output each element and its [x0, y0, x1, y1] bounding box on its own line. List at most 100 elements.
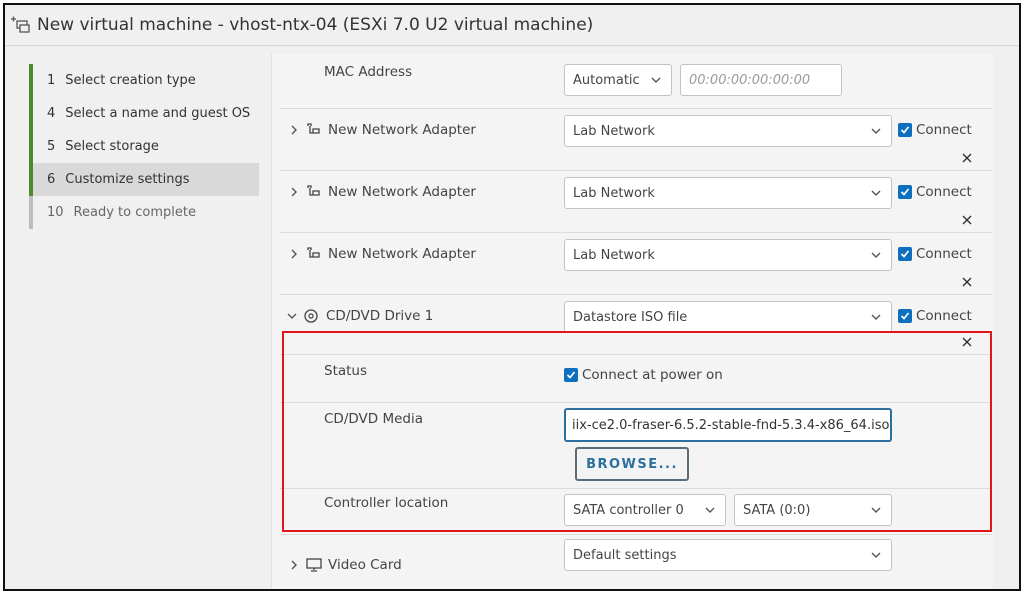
controller-select[interactable]: SATA controller 0	[564, 494, 726, 526]
connect-checkbox[interactable]: Connect	[898, 246, 972, 262]
step-number: 1	[47, 73, 56, 88]
connect-label: Connect	[916, 184, 972, 200]
chevron-right-icon	[291, 560, 297, 570]
connect-label: Connect	[916, 122, 972, 138]
video-card-row: Video Card Default settings	[280, 535, 992, 589]
mac-address-label: MAC Address	[324, 64, 413, 80]
video-card-label: Video Card	[328, 557, 402, 573]
connect-checkbox[interactable]: Connect	[898, 184, 972, 200]
connect-label: Connect	[916, 246, 972, 262]
step-number: 6	[47, 172, 56, 187]
chevron-down-icon	[651, 77, 661, 83]
network-select-value: Lab Network	[573, 247, 655, 263]
controller-location-row: Controller location SATA controller 0 SA…	[280, 489, 992, 535]
network-adapter-toggle[interactable]: New Network Adapter	[288, 184, 476, 200]
connect-label: Connect	[916, 308, 972, 324]
network-adapter-row: New Network Adapter Lab Network Connect	[280, 109, 992, 171]
wizard-steps: 1 Select creation type 4 Select a name a…	[29, 64, 259, 229]
checkbox-checked-icon	[898, 185, 912, 199]
cd-dvd-type-value: Datastore ISO file	[573, 309, 688, 325]
network-adapter-label: New Network Adapter	[328, 184, 476, 200]
iso-path-value: iix-ce2.0-fraser-6.5.2-stable-fnd-5.3.4-…	[572, 417, 890, 433]
chevron-down-icon	[287, 313, 297, 319]
video-card-toggle[interactable]: Video Card	[288, 557, 402, 573]
step-label: Customize settings	[65, 172, 190, 187]
step-select-name-guest-os[interactable]: 4 Select a name and guest OS	[29, 97, 259, 130]
step-number: 5	[47, 139, 56, 154]
chevron-down-icon	[705, 507, 715, 513]
mac-address-placeholder: 00:00:00:00:00:00	[689, 72, 811, 88]
network-adapter-label: New Network Adapter	[328, 246, 476, 262]
checkbox-checked-icon	[564, 368, 578, 382]
mac-mode-select[interactable]: Automatic	[564, 64, 672, 96]
checkbox-checked-icon	[898, 309, 912, 323]
network-adapter-row: New Network Adapter Lab Network Connect	[280, 233, 992, 295]
cd-dvd-drive-label: CD/DVD Drive 1	[326, 308, 434, 324]
controller-slot-select[interactable]: SATA (0:0)	[734, 494, 892, 526]
network-adapter-label: New Network Adapter	[328, 122, 476, 138]
dialog-body: 1 Select creation type 4 Select a name a…	[5, 45, 1019, 589]
step-customize-settings[interactable]: 6 Customize settings	[29, 163, 259, 196]
cd-dvd-drive-toggle[interactable]: CD/DVD Drive 1	[286, 308, 433, 324]
monitor-icon	[306, 558, 322, 572]
connect-at-power-on-checkbox[interactable]: Connect at power on	[564, 367, 723, 383]
chevron-right-icon	[291, 249, 297, 259]
mac-mode-value: Automatic	[573, 72, 640, 88]
title-bar: New virtual machine - vhost-ntx-04 (ESXi…	[5, 5, 1019, 45]
network-select[interactable]: Lab Network	[564, 239, 892, 271]
cd-media-row: CD/DVD Media iix-ce2.0-fraser-6.5.2-stab…	[280, 403, 992, 489]
close-icon[interactable]	[960, 213, 974, 227]
close-icon[interactable]	[960, 275, 974, 289]
checkbox-checked-icon	[898, 247, 912, 261]
network-select[interactable]: Lab Network	[564, 177, 892, 209]
cd-dvd-type-select[interactable]: Datastore ISO file	[564, 301, 892, 333]
step-select-storage[interactable]: 5 Select storage	[29, 130, 259, 163]
new-vm-icon	[11, 16, 30, 33]
connect-checkbox[interactable]: Connect	[898, 122, 972, 138]
network-select-value: Lab Network	[573, 185, 655, 201]
network-adapter-toggle[interactable]: New Network Adapter	[288, 246, 476, 262]
network-adapter-icon	[307, 247, 320, 258]
video-card-value: Default settings	[573, 547, 677, 563]
network-select[interactable]: Lab Network	[564, 115, 892, 147]
step-number: 4	[47, 106, 56, 121]
controller-slot-value: SATA (0:0)	[743, 502, 811, 518]
step-label: Ready to complete	[73, 205, 196, 220]
step-label: Select creation type	[65, 73, 196, 88]
cd-status-row: Status Connect at power on	[280, 355, 992, 403]
network-adapter-icon	[307, 185, 320, 196]
chevron-down-icon	[871, 552, 881, 558]
mac-address-input[interactable]: 00:00:00:00:00:00	[680, 64, 842, 96]
window-title: New virtual machine - vhost-ntx-04 (ESXi…	[37, 15, 594, 35]
chevron-right-icon	[291, 125, 297, 135]
close-icon[interactable]	[960, 335, 974, 349]
chevron-down-icon	[871, 128, 881, 134]
cd-media-label: CD/DVD Media	[324, 411, 423, 427]
chevron-down-icon	[871, 252, 881, 258]
controller-location-label: Controller location	[324, 495, 449, 511]
step-label: Select storage	[65, 139, 159, 154]
step-label: Select a name and guest OS	[65, 106, 251, 121]
step-number: 10	[47, 205, 64, 220]
browse-button[interactable]: BROWSE...	[575, 447, 689, 481]
close-icon[interactable]	[960, 151, 974, 165]
chevron-down-icon	[871, 314, 881, 320]
controller-value: SATA controller 0	[573, 502, 684, 518]
iso-path-input[interactable]: iix-ce2.0-fraser-6.5.2-stable-fnd-5.3.4-…	[564, 408, 892, 442]
cd-dvd-icon	[304, 309, 318, 323]
connect-checkbox[interactable]: Connect	[898, 308, 972, 324]
chevron-right-icon	[291, 187, 297, 197]
chevron-down-icon	[871, 190, 881, 196]
status-value: Connect at power on	[582, 367, 723, 383]
step-select-creation-type[interactable]: 1 Select creation type	[29, 64, 259, 97]
cd-dvd-drive-row: CD/DVD Drive 1 Datastore ISO file Connec…	[280, 295, 992, 355]
mac-address-row: MAC Address Automatic 00:00:00:00:00:00	[280, 54, 992, 109]
settings-panel: MAC Address Automatic 00:00:00:00:00:00 …	[271, 54, 993, 589]
network-select-value: Lab Network	[573, 123, 655, 139]
chevron-down-icon	[871, 507, 881, 513]
checkbox-checked-icon	[898, 123, 912, 137]
video-card-select[interactable]: Default settings	[564, 539, 892, 571]
network-adapter-toggle[interactable]: New Network Adapter	[288, 122, 476, 138]
network-adapter-row: New Network Adapter Lab Network Connect	[280, 171, 992, 233]
step-ready-to-complete[interactable]: 10 Ready to complete	[29, 196, 259, 229]
